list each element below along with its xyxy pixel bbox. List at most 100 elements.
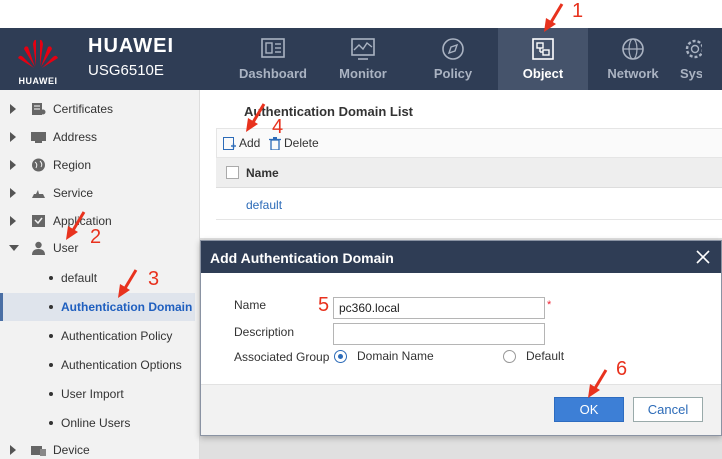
brand-name: HUAWEI	[88, 35, 174, 57]
add-button-label: Add	[239, 136, 261, 150]
description-input[interactable]	[333, 323, 545, 345]
name-input[interactable]	[333, 297, 545, 319]
bullet	[49, 334, 53, 338]
nav-network-label: Network	[607, 66, 659, 81]
collapse-arrow-icon[interactable]	[9, 245, 19, 251]
table-header: Name	[216, 158, 722, 188]
sidebar: Certificates Address Region Service Appl…	[0, 90, 200, 459]
nav-object-label: Object	[522, 66, 564, 81]
application-icon	[32, 215, 45, 227]
sidebar-item-label: Device	[53, 443, 90, 457]
bullet	[49, 392, 53, 396]
annotation-arrow-icon	[588, 369, 608, 398]
user-icon	[32, 241, 45, 255]
address-icon	[31, 132, 46, 143]
step-number-2: 2	[90, 226, 102, 248]
brand: HUAWEI USG6510E	[88, 35, 174, 79]
step-number-3: 3	[148, 268, 160, 290]
main-nav: Dashboard Monitor Policy Object Network …	[228, 28, 702, 90]
add-authentication-domain-dialog: Add Authentication Domain Name * Descrip…	[200, 240, 722, 436]
domain-name-option-label: Domain Name	[357, 349, 434, 363]
sidebar-subitem-label: Authentication Options	[61, 358, 182, 372]
compass-icon	[442, 38, 464, 60]
sidebar-item-region[interactable]: Region	[0, 153, 195, 177]
default-radio[interactable]	[503, 350, 516, 363]
expand-arrow-icon[interactable]	[10, 216, 16, 226]
dialog-footer: OK Cancel	[201, 384, 721, 435]
dashboard-icon	[261, 38, 285, 58]
dialog-header: Add Authentication Domain	[201, 241, 721, 273]
sidebar-item-certificates[interactable]: Certificates	[0, 97, 195, 121]
device-model: USG6510E	[88, 62, 164, 79]
device-icon	[31, 446, 46, 456]
logo-text: HUAWEI	[18, 76, 58, 86]
sidebar-subitem-authentication-policy[interactable]: Authentication Policy	[0, 322, 195, 350]
certificate-icon	[32, 103, 46, 115]
step-number-1: 1	[572, 0, 584, 22]
sidebar-subitem-online-users[interactable]: Online Users	[0, 409, 195, 437]
huawei-logo: HUAWEI	[12, 36, 64, 86]
toolbar: Add Delete	[216, 128, 722, 158]
nav-system[interactable]: System	[678, 28, 702, 90]
sidebar-subitem-label: Online Users	[61, 416, 131, 430]
bullet	[49, 276, 53, 280]
bullet	[49, 363, 53, 367]
step-number-5: 5	[318, 294, 330, 316]
nav-monitor[interactable]: Monitor	[318, 28, 408, 90]
nav-policy[interactable]: Policy	[408, 28, 498, 90]
expand-arrow-icon[interactable]	[10, 188, 16, 198]
step-number-4: 4	[272, 116, 284, 138]
sidebar-item-label: Certificates	[53, 102, 114, 116]
annotation-arrow-icon	[544, 3, 564, 32]
table-row[interactable]: default	[216, 188, 722, 220]
annotation-arrow-icon	[246, 103, 266, 132]
step-number-6: 6	[616, 358, 628, 380]
add-button[interactable]: Add	[223, 136, 260, 150]
sidebar-subitem-default[interactable]: default	[0, 264, 195, 292]
sidebar-item-label: Service	[53, 186, 94, 200]
nav-network[interactable]: Network	[588, 28, 678, 90]
sidebar-item-service[interactable]: Service	[0, 181, 195, 205]
row-name-link[interactable]: default	[246, 198, 282, 212]
annotation-arrow-icon	[66, 211, 86, 240]
cancel-button[interactable]: Cancel	[633, 397, 703, 422]
bullet	[49, 421, 53, 425]
annotation-arrow-icon	[118, 269, 138, 298]
sidebar-subitem-authentication-options[interactable]: Authentication Options	[0, 351, 195, 379]
nav-system-label: System	[680, 66, 702, 81]
default-option-label: Default	[526, 349, 565, 363]
globe-icon	[32, 158, 45, 172]
nav-dashboard-label: Dashboard	[239, 66, 307, 81]
description-label: Description	[234, 325, 295, 339]
select-all-checkbox[interactable]	[226, 166, 239, 179]
bullet	[49, 305, 53, 309]
name-label: Name	[234, 298, 267, 312]
sidebar-subitem-user-import[interactable]: User Import	[0, 380, 195, 408]
sidebar-subitem-label: default	[61, 271, 98, 285]
delete-button-label: Delete	[284, 136, 319, 150]
globe-icon	[622, 38, 644, 60]
monitor-icon	[351, 38, 375, 60]
required-mark: *	[547, 299, 552, 311]
expand-arrow-icon[interactable]	[10, 132, 16, 142]
sidebar-item-label: Region	[53, 158, 92, 172]
sidebar-item-address[interactable]: Address	[0, 125, 195, 149]
expand-arrow-icon[interactable]	[10, 160, 16, 170]
column-header-name: Name	[246, 166, 279, 180]
expand-arrow-icon[interactable]	[10, 104, 16, 114]
add-icon	[223, 136, 236, 150]
close-icon[interactable]	[695, 249, 711, 265]
sidebar-item-device[interactable]: Device	[0, 438, 195, 459]
nav-dashboard[interactable]: Dashboard	[228, 28, 318, 90]
nav-policy-label: Policy	[433, 66, 473, 81]
sidebar-subitem-label: Authentication Policy	[61, 329, 173, 343]
nav-monitor-label: Monitor	[339, 66, 387, 81]
sidebar-subitem-authentication-domain[interactable]: Authentication Domain	[0, 293, 195, 321]
expand-arrow-icon[interactable]	[10, 445, 16, 455]
domain-name-radio[interactable]	[334, 350, 347, 363]
sidebar-subitem-label: User Import	[61, 387, 124, 401]
top-header: HUAWEI HUAWEI USG6510E Dashboard Monitor…	[0, 28, 722, 90]
service-icon	[32, 190, 45, 198]
dialog-title: Add Authentication Domain	[210, 250, 394, 266]
gear-icon	[685, 39, 702, 59]
